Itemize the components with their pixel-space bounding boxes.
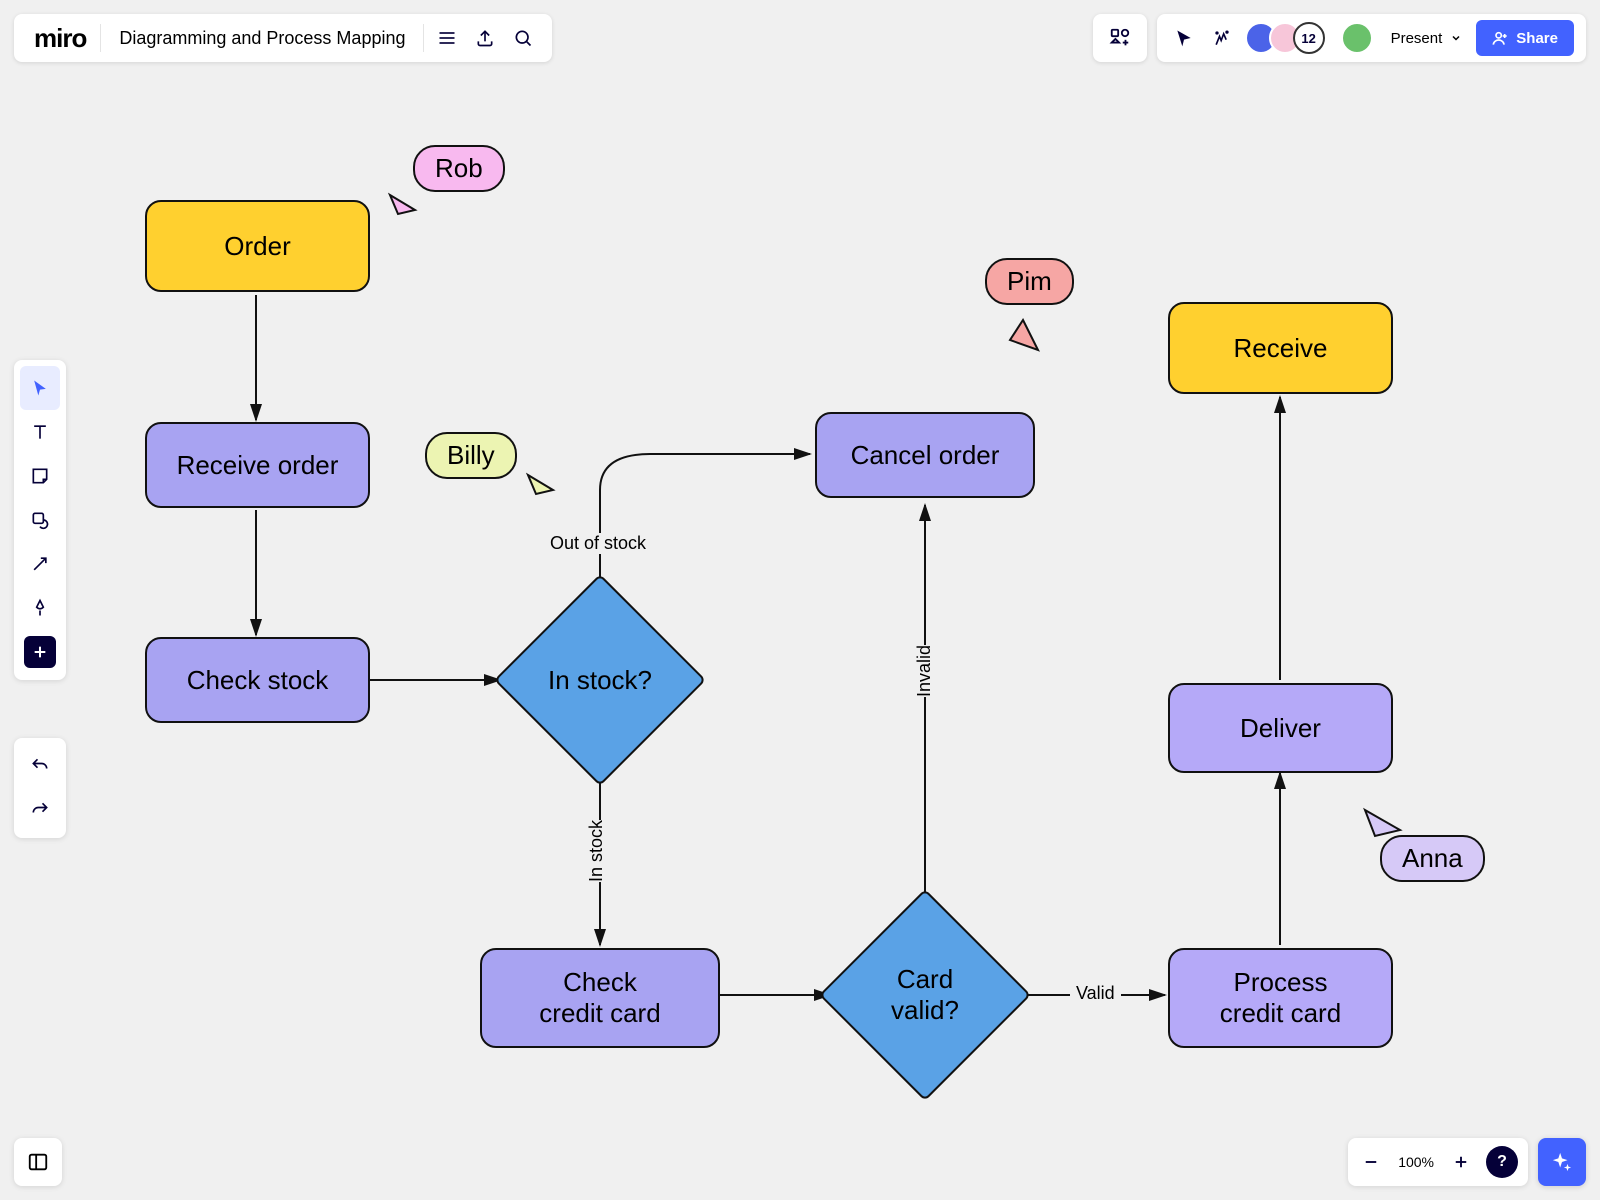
avatar-count[interactable]: 12 bbox=[1293, 22, 1325, 54]
chevron-down-icon bbox=[1450, 32, 1462, 44]
present-label: Present bbox=[1391, 30, 1443, 47]
panel-icon bbox=[27, 1151, 49, 1173]
divider bbox=[423, 24, 424, 52]
ai-assist-button[interactable] bbox=[1538, 1138, 1586, 1186]
edge-label-in-stock: In stock bbox=[580, 820, 613, 882]
sparkle-icon bbox=[1551, 1151, 1573, 1173]
node-label: Order bbox=[224, 231, 290, 262]
node-check-stock[interactable]: Check stock bbox=[145, 637, 370, 723]
collaboration-bar: 12 Present Share bbox=[1157, 14, 1586, 62]
node-label: In stock? bbox=[548, 665, 652, 696]
share-button[interactable]: Share bbox=[1476, 20, 1574, 56]
node-check-credit-card[interactable]: Check credit card bbox=[480, 948, 720, 1048]
cursor-tag-pim: Pim bbox=[985, 258, 1074, 305]
node-label: Process credit card bbox=[1220, 967, 1341, 1029]
app-logo[interactable]: miro bbox=[24, 23, 96, 54]
text-tool[interactable] bbox=[20, 410, 60, 454]
present-button[interactable]: Present bbox=[1377, 20, 1473, 56]
sticky-note-tool[interactable] bbox=[20, 454, 60, 498]
cursor-mode-icon[interactable] bbox=[1165, 19, 1203, 57]
board-title[interactable]: Diagramming and Process Mapping bbox=[105, 28, 419, 49]
topbar-right: 12 Present Share bbox=[1093, 14, 1586, 62]
node-label: Check credit card bbox=[539, 967, 660, 1029]
node-in-stock-decision[interactable]: In stock? bbox=[525, 605, 675, 755]
undo-button[interactable] bbox=[20, 744, 60, 788]
export-icon[interactable] bbox=[466, 19, 504, 57]
edge-label-valid: Valid bbox=[1070, 983, 1121, 1004]
bottom-right-controls: 100% ? bbox=[1348, 1138, 1586, 1186]
node-process-credit-card[interactable]: Process credit card bbox=[1168, 948, 1393, 1048]
add-more-tool[interactable] bbox=[24, 636, 56, 668]
node-label: Card valid? bbox=[891, 964, 959, 1026]
share-label: Share bbox=[1516, 30, 1558, 47]
zoom-in-button[interactable] bbox=[1442, 1143, 1480, 1181]
node-card-valid-decision[interactable]: Card valid? bbox=[850, 920, 1000, 1070]
cursor-name: Rob bbox=[435, 153, 483, 183]
zoom-controls: 100% ? bbox=[1348, 1138, 1528, 1186]
person-add-icon bbox=[1492, 30, 1508, 46]
edge-label-out-of-stock: Out of stock bbox=[544, 533, 652, 554]
history-toolbar bbox=[14, 738, 66, 838]
select-tool[interactable] bbox=[20, 366, 60, 410]
zoom-out-button[interactable] bbox=[1352, 1143, 1390, 1181]
divider bbox=[100, 24, 101, 52]
node-label: Receive bbox=[1234, 333, 1328, 364]
node-label: Cancel order bbox=[851, 440, 1000, 471]
topbar-left: miro Diagramming and Process Mapping bbox=[14, 14, 552, 62]
avatar-stack[interactable]: 12 bbox=[1241, 22, 1377, 54]
cursor-name: Anna bbox=[1402, 843, 1463, 873]
node-cancel-order[interactable]: Cancel order bbox=[815, 412, 1035, 498]
reactions-icon[interactable] bbox=[1203, 19, 1241, 57]
left-toolbar bbox=[14, 360, 66, 680]
node-label: Check stock bbox=[187, 665, 329, 696]
frames-panel-button[interactable] bbox=[14, 1138, 62, 1186]
pen-tool[interactable] bbox=[20, 586, 60, 630]
shapes-tool[interactable] bbox=[20, 498, 60, 542]
node-label: Receive order bbox=[177, 450, 339, 481]
avatar[interactable] bbox=[1341, 22, 1373, 54]
cursor-tag-billy: Billy bbox=[425, 432, 517, 479]
search-icon[interactable] bbox=[504, 19, 542, 57]
node-deliver[interactable]: Deliver bbox=[1168, 683, 1393, 773]
zoom-level[interactable]: 100% bbox=[1390, 1154, 1442, 1170]
node-receive-order[interactable]: Receive order bbox=[145, 422, 370, 508]
help-button[interactable]: ? bbox=[1486, 1146, 1518, 1178]
diagram-canvas[interactable]: Order Receive order Check stock In stock… bbox=[0, 0, 1600, 1200]
shapes-plus-icon bbox=[1101, 19, 1139, 57]
cursor-tag-rob: Rob bbox=[413, 145, 505, 192]
cursor-name: Billy bbox=[447, 440, 495, 470]
add-apps-button[interactable] bbox=[1093, 14, 1147, 62]
redo-button[interactable] bbox=[20, 788, 60, 832]
connector-tool[interactable] bbox=[20, 542, 60, 586]
menu-icon[interactable] bbox=[428, 19, 466, 57]
edge-label-invalid: Invalid bbox=[908, 645, 941, 697]
node-label: Deliver bbox=[1240, 713, 1321, 744]
cursor-name: Pim bbox=[1007, 266, 1052, 296]
node-receive[interactable]: Receive bbox=[1168, 302, 1393, 394]
node-order[interactable]: Order bbox=[145, 200, 370, 292]
cursor-tag-anna: Anna bbox=[1380, 835, 1485, 882]
